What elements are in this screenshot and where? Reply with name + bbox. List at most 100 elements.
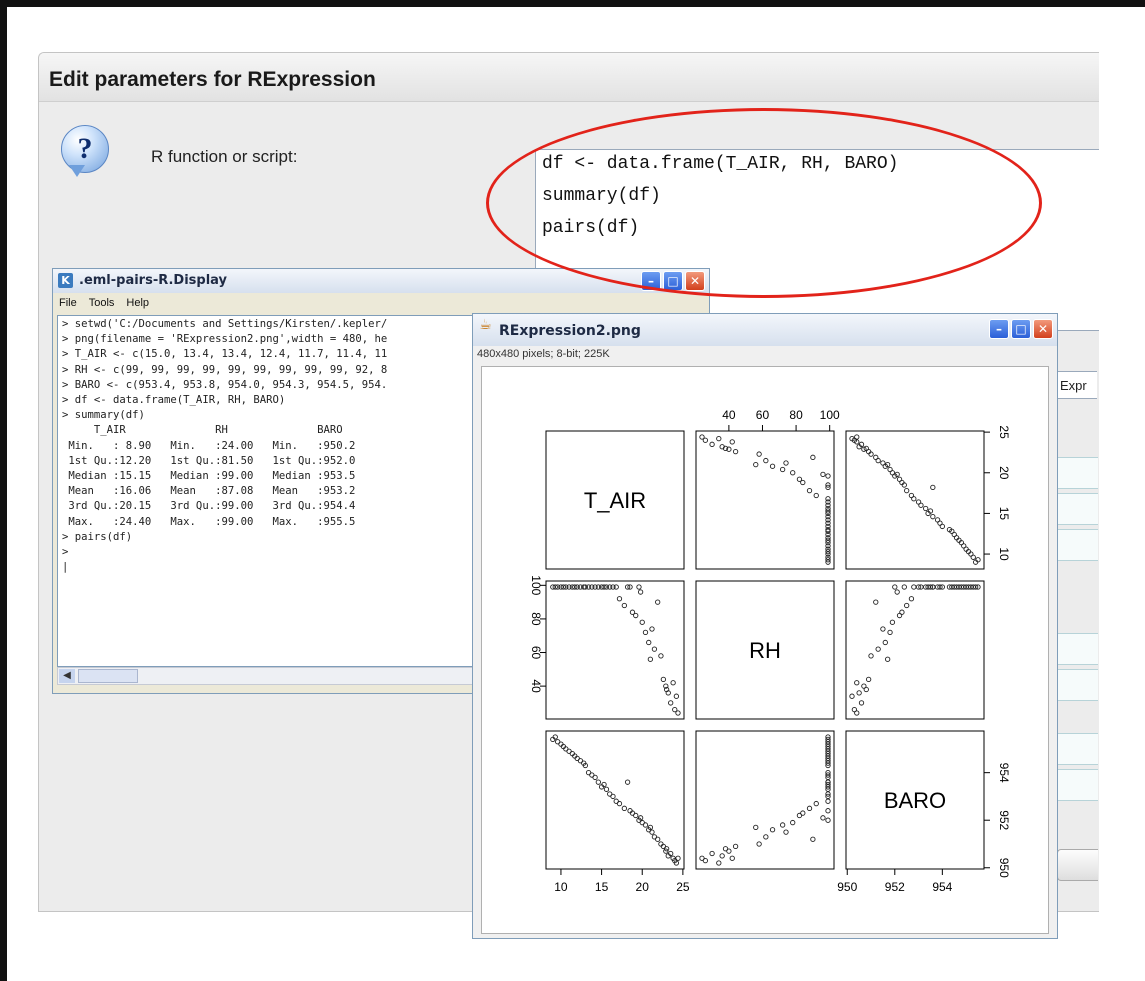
data-point <box>673 693 680 699</box>
param-field[interactable] <box>1057 669 1098 701</box>
data-point <box>655 599 661 605</box>
param-field[interactable] <box>1057 769 1098 801</box>
data-point <box>856 690 862 696</box>
data-point <box>849 693 855 699</box>
data-point <box>887 466 893 473</box>
param-field[interactable] <box>1057 493 1098 525</box>
data-point <box>796 476 803 482</box>
tick-label: 954 <box>932 880 952 894</box>
tick-label: 80 <box>789 408 803 422</box>
data-point <box>699 855 705 861</box>
data-point <box>675 710 681 716</box>
data-point <box>624 779 631 785</box>
data-point <box>639 619 645 625</box>
dialog-button[interactable] <box>1057 849 1098 881</box>
data-point <box>646 639 652 646</box>
screenshot-border-top <box>0 0 1145 7</box>
data-point <box>642 629 649 636</box>
param-field[interactable] <box>1057 457 1098 489</box>
data-point <box>763 457 769 464</box>
data-point <box>930 484 936 491</box>
data-point <box>779 466 786 473</box>
data-point <box>854 680 860 686</box>
panel-frame <box>545 580 685 720</box>
data-point <box>923 505 929 512</box>
tick-label: 25 <box>997 425 1011 439</box>
partial-expr-field[interactable]: Expr <box>1057 371 1097 399</box>
data-point <box>621 805 627 811</box>
help-icon-tail <box>69 165 85 177</box>
data-point <box>889 619 896 625</box>
data-point <box>642 822 649 828</box>
data-point <box>649 829 655 835</box>
menu-tools[interactable]: Tools <box>89 293 115 313</box>
data-point <box>729 855 735 861</box>
data-point <box>699 434 705 440</box>
dialog-title: Edit parameters for RExpression <box>39 53 1099 102</box>
png-viewer-window: ☕ RExpression2.png – □ ✕ 480x480 pixels;… <box>472 313 1058 939</box>
kepler-app-icon: K <box>58 273 73 288</box>
data-point <box>753 461 759 468</box>
data-point <box>887 629 893 636</box>
data-point <box>729 439 735 445</box>
data-point <box>790 819 796 826</box>
data-point <box>810 454 816 460</box>
data-point <box>716 860 722 866</box>
close-button[interactable]: ✕ <box>1033 319 1053 339</box>
data-point <box>756 841 762 847</box>
scroll-thumb[interactable] <box>78 669 138 683</box>
param-field[interactable] <box>1057 633 1098 665</box>
data-point <box>873 599 879 605</box>
data-point <box>603 786 610 792</box>
data-point <box>904 488 910 494</box>
data-point <box>769 463 776 469</box>
data-point <box>655 836 661 842</box>
data-point <box>894 589 900 595</box>
tick-label: 80 <box>529 612 543 626</box>
data-point <box>658 653 664 659</box>
data-point <box>709 441 715 447</box>
data-point <box>753 824 759 830</box>
maximize-button[interactable]: □ <box>1011 319 1031 339</box>
data-point <box>779 822 786 828</box>
variable-label: BARO <box>884 788 946 813</box>
console-line: T_AIR RH BARO <box>62 424 343 437</box>
console-line: > summary(df) <box>62 409 145 422</box>
data-point <box>616 596 623 602</box>
data-point <box>885 656 891 662</box>
variable-label: RH <box>749 638 781 663</box>
data-point <box>930 514 936 520</box>
data-point <box>896 612 903 619</box>
pairs-plot-svg: T_AIR RH BARO 10 15 20 25 950 952 954 40 60 80 100 40 6… <box>529 408 1011 894</box>
param-field[interactable] <box>1057 733 1098 765</box>
png-viewer-titlebar[interactable]: ☕ RExpression2.png – □ ✕ <box>473 314 1057 346</box>
image-info: 480x480 pixels; 8-bit; 225K <box>473 346 1057 362</box>
data-point <box>616 800 623 807</box>
data-point <box>651 646 658 652</box>
data-point <box>633 612 639 619</box>
data-point <box>806 805 813 811</box>
data-point <box>813 492 819 499</box>
annotation-highlight-ellipse <box>486 108 1042 298</box>
data-point <box>810 836 816 842</box>
data-point <box>716 435 722 442</box>
data-point <box>825 808 831 814</box>
data-point <box>769 827 776 833</box>
data-point <box>868 653 874 659</box>
scroll-left-arrow-icon[interactable]: ◀ <box>59 669 75 683</box>
data-point <box>670 680 676 686</box>
data-point <box>854 434 860 440</box>
data-point <box>783 460 789 466</box>
menu-help[interactable]: Help <box>126 293 149 313</box>
param-field[interactable] <box>1057 529 1098 561</box>
console-line: > T_AIR <- c(15.0, 13.4, 13.4, 12.4, 11.… <box>62 348 388 361</box>
r-display-menubar: File Tools Help <box>53 293 709 313</box>
data-point <box>763 834 769 840</box>
data-point <box>796 812 803 819</box>
data-point <box>896 476 903 482</box>
minimize-button[interactable]: – <box>989 319 1009 339</box>
tick-label: 10 <box>554 880 568 894</box>
tick-label: 20 <box>997 466 1011 480</box>
menu-file[interactable]: File <box>59 293 77 313</box>
data-point <box>875 646 881 652</box>
